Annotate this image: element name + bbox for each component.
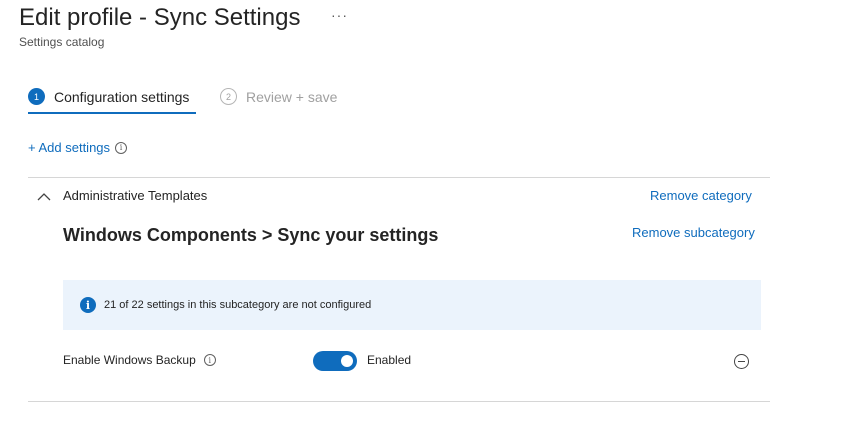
info-message-text: 21 of 22 settings in this subcategory ar… bbox=[104, 299, 372, 311]
setting-row-label: Enable Windows Backup i bbox=[63, 353, 216, 367]
section-divider-bottom bbox=[28, 401, 770, 402]
step-number-1: 1 bbox=[28, 88, 45, 105]
section-divider-top bbox=[28, 177, 770, 178]
step-label-review: Review + save bbox=[246, 88, 338, 105]
remove-circle-icon[interactable] bbox=[734, 354, 749, 369]
page-subtitle: Settings catalog bbox=[19, 35, 105, 49]
remove-category-link[interactable]: Remove category bbox=[650, 188, 752, 203]
enable-windows-backup-toggle[interactable] bbox=[313, 351, 357, 371]
step-number-2: 2 bbox=[220, 88, 237, 105]
toggle-state-label: Enabled bbox=[367, 353, 412, 367]
page-title: Edit profile - Sync Settings bbox=[19, 4, 301, 31]
category-name: Administrative Templates bbox=[63, 188, 208, 203]
more-options-button[interactable]: ··· bbox=[331, 7, 348, 23]
wizard-step-configuration[interactable]: 1 Configuration settings bbox=[28, 88, 189, 105]
subcategory-title: Windows Components > Sync your settings bbox=[63, 225, 439, 245]
toggle-knob bbox=[341, 355, 353, 367]
chevron-up-icon[interactable] bbox=[37, 192, 51, 202]
add-settings-label: + Add settings bbox=[28, 140, 111, 155]
wizard-step-review[interactable]: 2 Review + save bbox=[220, 88, 337, 105]
active-step-indicator bbox=[28, 112, 196, 114]
remove-subcategory-link[interactable]: Remove subcategory bbox=[632, 225, 755, 240]
info-icon[interactable]: i bbox=[115, 141, 128, 154]
add-settings-link[interactable]: + Add settings i bbox=[28, 140, 128, 155]
setting-name: Enable Windows Backup bbox=[63, 353, 196, 367]
info-filled-icon: i bbox=[80, 297, 96, 313]
setting-info-icon[interactable]: i bbox=[203, 354, 216, 366]
info-message-bar: i 21 of 22 settings in this subcategory … bbox=[63, 280, 761, 330]
step-label-configuration: Configuration settings bbox=[54, 88, 190, 105]
